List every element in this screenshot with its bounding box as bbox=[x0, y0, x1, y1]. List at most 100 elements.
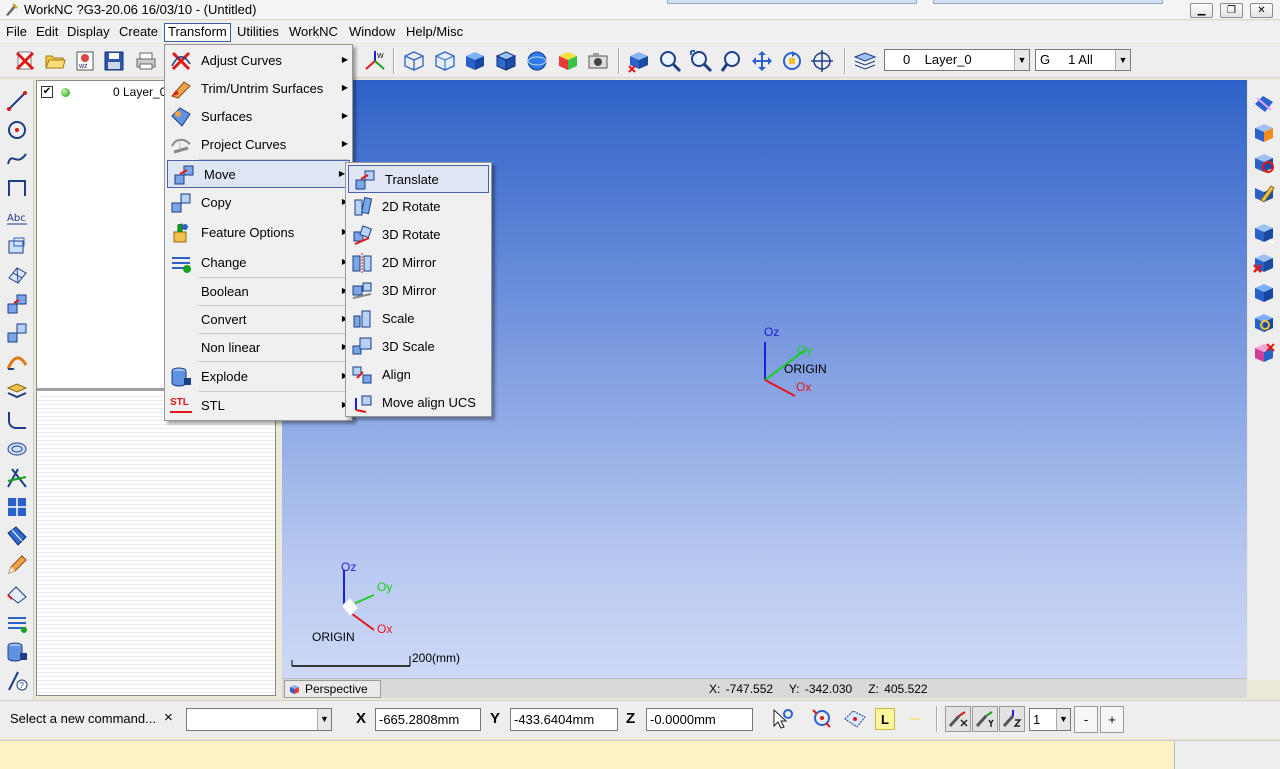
menu-create[interactable]: Create bbox=[116, 23, 161, 42]
right-tool-button[interactable] bbox=[1251, 340, 1277, 366]
zoom-all-button[interactable] bbox=[688, 48, 714, 74]
menu-item-move-align-ucs[interactable]: Move align UCS bbox=[346, 389, 491, 417]
layers-button[interactable] bbox=[852, 48, 878, 74]
x-coordinate-input[interactable]: -665.2808mm bbox=[375, 708, 481, 731]
menu-item-convert[interactable]: Convert ▶ bbox=[165, 306, 352, 334]
offset-tool-button[interactable] bbox=[4, 436, 30, 462]
open-button[interactable] bbox=[42, 48, 68, 74]
pan-button[interactable] bbox=[749, 48, 775, 74]
menu-item-non-linear[interactable]: Non linear ▶ bbox=[165, 334, 352, 362]
line-tool-button[interactable] bbox=[4, 88, 30, 114]
menu-item-feature-options[interactable]: Feature Options ▶ bbox=[165, 219, 352, 247]
rotate-view-button[interactable] bbox=[779, 48, 805, 74]
menu-item-copy[interactable]: Copy ▶ bbox=[165, 189, 352, 217]
menu-edit[interactable]: Edit bbox=[33, 23, 61, 42]
right-tool-button[interactable] bbox=[1251, 310, 1277, 336]
chevron-down-icon[interactable]: ▼ bbox=[317, 709, 331, 730]
menu-item-surfaces[interactable]: Surfaces ▶ bbox=[165, 103, 352, 131]
delete-button[interactable] bbox=[12, 48, 38, 74]
menu-item-2d-mirror[interactable]: 2D Mirror bbox=[346, 249, 491, 277]
layer-visible-checkbox[interactable]: ✔ bbox=[41, 86, 53, 98]
eraser-tool-button[interactable] bbox=[4, 581, 30, 607]
right-tool-button[interactable] bbox=[1251, 250, 1277, 276]
yellow-line-toggle[interactable] bbox=[905, 708, 925, 730]
ucs-axis-button[interactable]: W bbox=[362, 48, 388, 74]
tool-z-button[interactable] bbox=[999, 706, 1025, 732]
menu-item-explode[interactable]: Explode ▶ bbox=[165, 363, 352, 391]
surface-tool-button[interactable] bbox=[4, 262, 30, 288]
snapshot-button[interactable] bbox=[585, 48, 611, 74]
database-tool-button[interactable] bbox=[4, 639, 30, 665]
zoom-extents-x-button[interactable] bbox=[626, 48, 652, 74]
render-view-button[interactable] bbox=[524, 48, 550, 74]
pencil-tool-button[interactable] bbox=[4, 552, 30, 578]
menu-worknc[interactable]: WorkNC bbox=[286, 23, 341, 42]
measure-tool-button[interactable]: ? bbox=[4, 668, 30, 694]
menu-item-adjust-curves[interactable]: Adjust Curves ▶ bbox=[165, 47, 352, 75]
chevron-down-icon[interactable]: ▼ bbox=[1115, 50, 1130, 70]
command-input[interactable]: ▼ bbox=[186, 708, 332, 731]
menu-item-stl[interactable]: STL STL ▶ bbox=[165, 392, 352, 420]
menu-item-boolean[interactable]: Boolean ▶ bbox=[165, 278, 352, 306]
right-tool-button[interactable] bbox=[1251, 150, 1277, 176]
layer-select[interactable]: 0 Layer_0 ▼ bbox=[884, 49, 1030, 71]
zoom-window-button[interactable] bbox=[719, 48, 745, 74]
copy-tool-button[interactable] bbox=[4, 320, 30, 346]
menu-item-translate[interactable]: Translate bbox=[348, 165, 489, 193]
clear-command-button[interactable]: × bbox=[164, 709, 173, 726]
center-view-button[interactable] bbox=[809, 48, 835, 74]
color-view-button[interactable] bbox=[555, 48, 581, 74]
ruled-surface-button[interactable] bbox=[4, 523, 30, 549]
view-tab-perspective[interactable]: Perspective bbox=[284, 680, 381, 698]
chevron-down-icon[interactable]: ▼ bbox=[1014, 50, 1029, 70]
grid-tool-button[interactable] bbox=[4, 494, 30, 520]
menu-display[interactable]: Display bbox=[64, 23, 113, 42]
y-coordinate-input[interactable]: -433.6404mm bbox=[510, 708, 618, 731]
group-select[interactable]: G 1 All ▼ bbox=[1035, 49, 1131, 71]
intersect-tool-button[interactable] bbox=[4, 465, 30, 491]
tool-y-button[interactable] bbox=[972, 706, 998, 732]
menu-item-project-curves[interactable]: Project Curves ▶ bbox=[165, 131, 352, 159]
circle-tool-button[interactable] bbox=[4, 117, 30, 143]
hidden-line-view-button[interactable] bbox=[432, 48, 458, 74]
snap-surface-button[interactable] bbox=[842, 706, 868, 732]
menu-item-trim-untrim-surfaces[interactable]: Trim/Untrim Surfaces ▶ bbox=[165, 75, 352, 103]
worknc-file-button[interactable]: wz bbox=[72, 48, 98, 74]
right-tool-button[interactable] bbox=[1251, 180, 1277, 206]
menu-window[interactable]: Window bbox=[346, 23, 398, 42]
menu-item-3d-rotate[interactable]: 3D Rotate bbox=[346, 221, 491, 249]
right-tool-button[interactable] bbox=[1251, 220, 1277, 246]
curve-tool-button[interactable] bbox=[4, 146, 30, 172]
layers-tool-button[interactable] bbox=[4, 610, 30, 636]
right-tool-button[interactable] bbox=[1251, 280, 1277, 306]
save-button[interactable] bbox=[101, 48, 127, 74]
close-button[interactable]: ✕ bbox=[1250, 3, 1273, 18]
move-tool-button[interactable] bbox=[4, 291, 30, 317]
pick-point-button[interactable] bbox=[769, 706, 795, 732]
menu-item-2d-rotate[interactable]: 2D Rotate bbox=[346, 193, 491, 221]
fillet-tool-button[interactable] bbox=[4, 407, 30, 433]
menu-utilities[interactable]: Utilities bbox=[234, 23, 282, 42]
increment-button[interactable]: + bbox=[1100, 706, 1124, 733]
minimize-button[interactable]: ▁ bbox=[1190, 3, 1213, 18]
maximize-button[interactable]: ❐ bbox=[1220, 3, 1243, 18]
polyline-tool-button[interactable] bbox=[4, 175, 30, 201]
tool-x-button[interactable] bbox=[945, 706, 971, 732]
right-tool-button[interactable] bbox=[1251, 90, 1277, 116]
sweep-tool-button[interactable] bbox=[4, 349, 30, 375]
menu-help-misc[interactable]: Help/Misc bbox=[403, 23, 466, 42]
text-tool-button[interactable]: Abc bbox=[4, 204, 30, 230]
menu-item-3d-mirror[interactable]: 3D Mirror bbox=[346, 277, 491, 305]
stack-tool-button[interactable] bbox=[4, 378, 30, 404]
zoom-in-button[interactable] bbox=[657, 48, 683, 74]
menu-item-move[interactable]: Move ▶ bbox=[167, 160, 350, 188]
menu-file[interactable]: File bbox=[3, 23, 30, 42]
wireframe-view-button[interactable] bbox=[401, 48, 427, 74]
right-tool-button[interactable] bbox=[1251, 120, 1277, 146]
menu-item-scale[interactable]: Scale bbox=[346, 305, 491, 333]
z-coordinate-input[interactable]: -0.0000mm bbox=[646, 708, 753, 731]
shaded-edges-view-button[interactable] bbox=[493, 48, 519, 74]
chevron-down-icon[interactable]: ▼ bbox=[1056, 709, 1070, 730]
l-button[interactable]: L bbox=[875, 708, 895, 730]
menu-item-align[interactable]: Align bbox=[346, 361, 491, 389]
